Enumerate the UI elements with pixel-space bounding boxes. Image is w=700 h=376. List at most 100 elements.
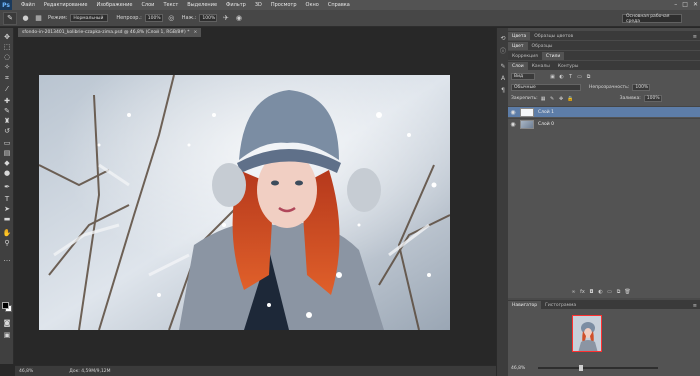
adjustment-layer-icon[interactable]: ◐ <box>597 288 604 295</box>
tab-channels[interactable]: Каналы <box>528 62 554 70</box>
visibility-eye-icon[interactable]: ◉ <box>508 121 518 128</box>
pressure-size-icon[interactable]: ◉ <box>234 14 243 23</box>
delete-layer-icon[interactable]: 🗑 <box>624 288 631 295</box>
shape-tool-icon[interactable]: ▬ <box>2 214 12 223</box>
tab-color-2[interactable]: Цвет <box>508 42 528 50</box>
eyedropper-tool-icon[interactable]: ⁄ <box>2 84 12 93</box>
navigator-menu-icon[interactable]: ≡ <box>693 303 697 309</box>
hand-tool-icon[interactable]: ✋ <box>2 228 12 237</box>
pressure-opacity-icon[interactable]: ◎ <box>167 14 176 23</box>
character-panel-icon[interactable]: A <box>499 74 507 82</box>
tab-navigator[interactable]: Навигатор <box>508 301 542 309</box>
menu-help[interactable]: Справка <box>328 2 350 8</box>
layer-opacity-field[interactable]: 100% <box>632 84 651 91</box>
tab-swatches[interactable]: Образцы <box>528 42 557 50</box>
close-button[interactable]: ✕ <box>693 1 698 8</box>
type-tool-icon[interactable]: T <box>2 194 12 203</box>
tab-styles[interactable]: Стили <box>541 52 565 60</box>
layer-fill-field[interactable]: 100% <box>643 95 662 102</box>
blend-mode-select[interactable]: Обычные <box>511 84 581 91</box>
filter-pixel-icon[interactable]: ▣ <box>549 73 556 80</box>
opacity-field[interactable]: 100% <box>144 14 163 22</box>
layer-style-icon[interactable]: fx <box>579 288 586 295</box>
winter-portrait-image <box>39 75 450 330</box>
panel-menu-icon[interactable]: ≡ <box>693 34 697 40</box>
history-panel-icon[interactable]: ⟲ <box>499 34 507 42</box>
brush-size-icon[interactable]: ● <box>21 14 30 23</box>
healing-tool-icon[interactable]: ✚ <box>2 96 12 105</box>
menu-filter[interactable]: Фильтр <box>226 2 246 8</box>
tab-color[interactable]: Цвета <box>508 32 531 40</box>
tab-layers[interactable]: Слои <box>508 62 528 70</box>
move-tool-icon[interactable]: ✥ <box>2 32 12 41</box>
menu-edit[interactable]: Редактирование <box>44 2 88 8</box>
dodge-tool-icon[interactable]: ● <box>2 168 12 177</box>
info-panel-icon[interactable]: ⓘ <box>499 46 507 55</box>
menu-image[interactable]: Изображение <box>96 2 132 8</box>
layer-mask-icon[interactable]: ◘ <box>588 288 595 295</box>
lock-all-icon[interactable]: 🔒 <box>567 95 574 102</box>
history-brush-tool-icon[interactable]: ↺ <box>2 126 12 135</box>
status-zoom[interactable]: 46,8% <box>19 369 33 374</box>
mode-select[interactable]: Нормальный <box>70 14 109 22</box>
screen-mode-icon[interactable]: ▣ <box>2 330 12 339</box>
navigator-slider-handle[interactable] <box>578 365 583 371</box>
quick-select-tool-icon[interactable]: ✧ <box>2 62 12 71</box>
flow-field[interactable]: 100% <box>199 14 218 22</box>
menu-layers[interactable]: Слои <box>141 2 154 8</box>
paragraph-panel-icon[interactable]: ¶ <box>499 86 507 94</box>
foreground-color-swatch[interactable] <box>2 302 9 309</box>
menu-text[interactable]: Текст <box>163 2 178 8</box>
maximize-button[interactable]: □ <box>682 1 688 8</box>
lock-transparency-icon[interactable]: ▦ <box>540 95 547 102</box>
document-tab[interactable]: sfondo-in-2013401_kolibrie-czapka-zima.p… <box>18 28 202 37</box>
clone-stamp-tool-icon[interactable]: ♜ <box>2 116 12 125</box>
path-select-tool-icon[interactable]: ➤ <box>2 204 12 213</box>
lock-position-icon[interactable]: ✥ <box>558 95 565 102</box>
eraser-tool-icon[interactable]: ▭ <box>2 138 12 147</box>
filter-type-icon[interactable]: T <box>567 73 574 80</box>
blur-tool-icon[interactable]: ◆ <box>2 158 12 167</box>
menu-view[interactable]: Просмотр <box>271 2 297 8</box>
lasso-tool-icon[interactable]: ◌ <box>2 52 12 61</box>
workspace-select[interactable]: Основная рабочая среда <box>622 14 682 24</box>
visibility-eye-icon[interactable]: ◉ <box>508 109 518 116</box>
crop-tool-icon[interactable]: ⌗ <box>2 74 12 83</box>
marquee-tool-icon[interactable]: ⬚ <box>2 42 12 51</box>
tab-adjustments[interactable]: Коррекция <box>508 52 542 60</box>
tab-paths[interactable]: Контуры <box>554 62 583 70</box>
menu-window[interactable]: Окно <box>306 2 319 8</box>
link-layers-icon[interactable]: ∞ <box>570 288 577 295</box>
menu-file[interactable]: Файл <box>21 2 35 8</box>
zoom-tool-icon[interactable]: ⚲ <box>2 238 12 247</box>
lock-pixels-icon[interactable]: ✎ <box>549 95 556 102</box>
brush-tool-icon[interactable]: ✎ <box>2 106 12 115</box>
new-layer-icon[interactable]: ⧉ <box>615 288 622 295</box>
layer-row[interactable]: ◉ Слой 0 <box>508 118 700 129</box>
menu-3d[interactable]: 3D <box>255 2 262 8</box>
menu-select[interactable]: Выделение <box>187 2 217 8</box>
brush-panel-icon[interactable]: ✎ <box>499 62 507 70</box>
quick-mask-icon[interactable]: ◙ <box>2 318 12 327</box>
navigator-zoom-slider[interactable] <box>538 365 658 371</box>
status-doc-size[interactable]: Док: 4,59M/9,12M <box>69 369 110 374</box>
minimize-button[interactable]: – <box>674 1 677 8</box>
filter-adjust-icon[interactable]: ◐ <box>558 73 565 80</box>
filter-shape-icon[interactable]: ▭ <box>576 73 583 80</box>
group-icon[interactable]: ▭ <box>606 288 613 295</box>
image-canvas[interactable] <box>39 75 450 330</box>
layer-row[interactable]: ◉ Слой 1 <box>508 106 700 117</box>
airbrush-icon[interactable]: ✈ <box>221 14 230 23</box>
more-tools-icon[interactable]: … <box>2 254 12 263</box>
tab-swatches-colors[interactable]: Образцы цветов <box>530 32 577 40</box>
gradient-tool-icon[interactable]: ▤ <box>2 148 12 157</box>
pen-tool-icon[interactable]: ✒ <box>2 182 12 191</box>
filter-smart-icon[interactable]: ⧉ <box>585 73 592 80</box>
tab-histogram[interactable]: Гистограмма <box>541 301 580 309</box>
brush-preset-icon[interactable]: ✎ <box>3 11 17 25</box>
kind-filter-select[interactable]: Вид <box>511 73 535 80</box>
close-tab-icon[interactable]: × <box>194 30 198 35</box>
navigator-zoom-value[interactable]: 46,8% <box>511 366 525 371</box>
brush-panel-icon[interactable]: ▦ <box>34 14 43 23</box>
navigator-preview[interactable] <box>572 315 602 352</box>
